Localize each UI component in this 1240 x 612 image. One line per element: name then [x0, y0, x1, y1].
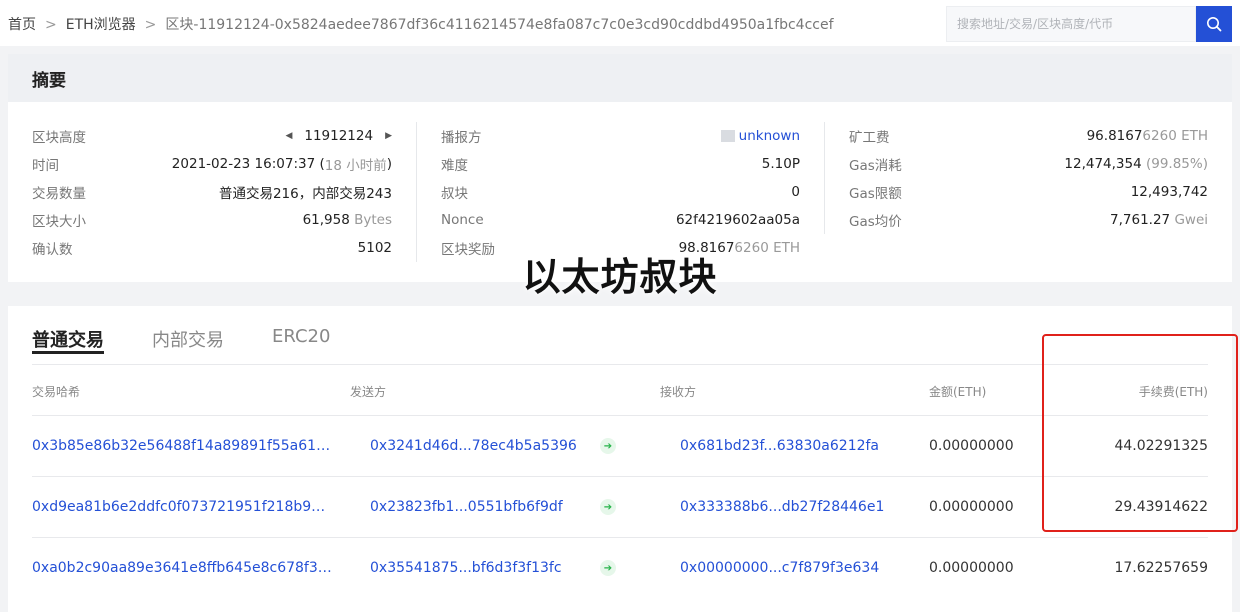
amount: 0.00000000 [929, 499, 1014, 515]
nonce: 62f4219602aa05a [675, 212, 800, 228]
header-amount: 金额(ETH) [929, 385, 987, 399]
label: 区块大小 [32, 214, 86, 230]
search-box [946, 6, 1196, 42]
overlay-title: 以太坊叔块 [522, 255, 718, 299]
breadcrumb-home[interactable]: 首页 [8, 14, 36, 34]
breadcrumb-separator: > [45, 17, 57, 33]
gas-price-unit: Gwei [1174, 212, 1208, 228]
tab-internal-tx[interactable]: 内部交易 [152, 320, 224, 354]
from-address-link[interactable]: 0x3241d46d...78ec4b5a5396 [370, 438, 577, 454]
prev-block-icon[interactable]: ◀ [285, 131, 292, 141]
from-address-link[interactable]: 0x23823fb1...0551bfb6f9df [370, 499, 563, 515]
header-hash: 交易哈希 [32, 385, 81, 399]
summary-row-size: 区块大小 61,958 Bytes [32, 206, 392, 234]
table-row: 0xa0b2c90aa89e3641e8ffb645e8c678f3e37… 0… [32, 537, 1208, 598]
label: 叔块 [441, 186, 468, 202]
top-bar: 首页 > ETH浏览器 > 区块-11912124-0x5824aedee7867df3… [0, 0, 1240, 46]
summary-row-uncles: 叔块 0 [441, 178, 800, 206]
summary-row-miner: 播报方 unknown [441, 122, 800, 150]
summary-title: 摘要 [8, 54, 1232, 102]
summary-row-gas-limit: Gas限额 12,493,742 [849, 178, 1208, 206]
block-time-ago: 18 小时前 [324, 158, 387, 174]
arrow-right-icon: ➔ [600, 560, 616, 576]
header-to: 接收方 [660, 385, 697, 399]
from-address-link[interactable]: 0x35541875...bf6d3f3f13fc [370, 560, 562, 576]
fee: 17.62257659 [1114, 560, 1208, 576]
arrow-right-icon: ➔ [600, 438, 616, 454]
label: 区块高度 [32, 130, 86, 146]
summary-column-block: 区块高度 ◀ 11912124 ▶ 时间 2021-02-23 16:07:37 (… [32, 122, 392, 262]
label: 交易数量 [32, 186, 86, 202]
tab-erc20[interactable]: ERC20 [272, 320, 330, 354]
search-icon [1207, 17, 1222, 32]
block-height: 11912124 [304, 128, 374, 144]
breadcrumb-explorer[interactable]: ETH浏览器 [66, 14, 136, 34]
gas-used: 12,474,354 [1064, 156, 1142, 172]
summary-row-gas-used: Gas消耗 12,474,354 (99.85%) [849, 150, 1208, 178]
next-block-icon[interactable]: ▶ [385, 131, 392, 141]
block-size: 61,958 [302, 212, 350, 228]
arrow-right-icon: ➔ [600, 499, 616, 515]
uncle-count: 0 [791, 184, 800, 200]
summary-row-tx-count: 交易数量 普通交易216，内部交易243 [32, 178, 392, 206]
search-button[interactable] [1196, 6, 1232, 42]
breadcrumb: 首页 > ETH浏览器 > 区块-11912124-0x5824aedee7867df3… [8, 14, 834, 34]
tab-normal-tx[interactable]: 普通交易 [32, 320, 104, 354]
header-from: 发送方 [350, 385, 387, 399]
label: 难度 [441, 158, 468, 174]
summary-row-fee: 矿工费 96.8167 6260 ETH [849, 122, 1208, 150]
label: Nonce [441, 212, 484, 228]
difficulty: 5.10P [761, 156, 800, 172]
label: 播报方 [441, 130, 482, 146]
block-time: 2021-02-23 16:07:37 ( [171, 156, 325, 172]
label: Gas消耗 [849, 158, 902, 174]
gas-price: 7,761.27 [1110, 212, 1171, 228]
summary-row-difficulty: 难度 5.10P [441, 150, 800, 178]
tx-hash-link[interactable]: 0xa0b2c90aa89e3641e8ffb645e8c678f3e37… [32, 560, 332, 576]
gas-used-pct: (99.85%) [1145, 156, 1208, 172]
table-row: 0xd9ea81b6e2ddfc0f073721951f218b90116… 0… [32, 476, 1208, 537]
tx-count: 普通交易216，内部交易243 [218, 186, 392, 202]
amount: 0.00000000 [929, 438, 1014, 454]
fee-main: 96.8167 [1086, 128, 1143, 144]
tx-hash-link[interactable]: 0xd9ea81b6e2ddfc0f073721951f218b90116… [32, 499, 332, 515]
label: 矿工费 [849, 130, 890, 146]
summary-row-nonce: Nonce 62f4219602aa05a [441, 206, 800, 234]
summary-column-gas: 矿工费 96.8167 6260 ETH Gas消耗 12,474,354 (99… [824, 122, 1208, 234]
breadcrumb-separator: > [144, 17, 157, 33]
fee-highlight-box [1042, 334, 1238, 532]
miner-link[interactable]: unknown [739, 128, 800, 144]
divider [32, 364, 1208, 365]
search-input[interactable] [947, 7, 1195, 41]
block-time-close: ) [386, 156, 392, 172]
block-size-unit: Bytes [354, 212, 392, 228]
to-address-link[interactable]: 0x333388b6...db27f28446e1 [680, 499, 884, 515]
amount: 0.00000000 [929, 560, 1014, 576]
table-row: 0x3b85e86b32e56488f14a89891f55a61c92a… 0… [32, 415, 1208, 476]
label: Gas均价 [849, 214, 902, 230]
breadcrumb-current: 区块-11912124-0x5824aedee7867df36c41162145… [165, 17, 834, 33]
tx-hash-link[interactable]: 0x3b85e86b32e56488f14a89891f55a61c92a… [32, 438, 332, 454]
summary-column-miner: 播报方 unknown 难度 5.10P 叔块 0 Nonce 62f42196… [416, 122, 800, 262]
label: Gas限额 [849, 186, 902, 202]
summary-row-height: 区块高度 ◀ 11912124 ▶ [32, 122, 392, 150]
gas-limit: 12,493,742 [1130, 184, 1208, 200]
to-address-link[interactable]: 0x681bd23f...63830a6212fa [680, 438, 879, 454]
table-header: 交易哈希 发送方 接收方 金额(ETH) 手续费(ETH) [32, 376, 1208, 416]
pool-logo-icon [720, 130, 735, 142]
summary-row-time: 时间 2021-02-23 16:07:37 (18 小时前) [32, 150, 392, 178]
fee-rest: 6260 ETH [1142, 128, 1208, 144]
summary-row-gas-price: Gas均价 7,761.27 Gwei [849, 206, 1208, 234]
tx-tabs: 普通交易 内部交易 ERC20 [32, 320, 378, 364]
label: 时间 [32, 158, 59, 174]
to-address-link[interactable]: 0x00000000...c7f879f3e634 [680, 560, 879, 576]
